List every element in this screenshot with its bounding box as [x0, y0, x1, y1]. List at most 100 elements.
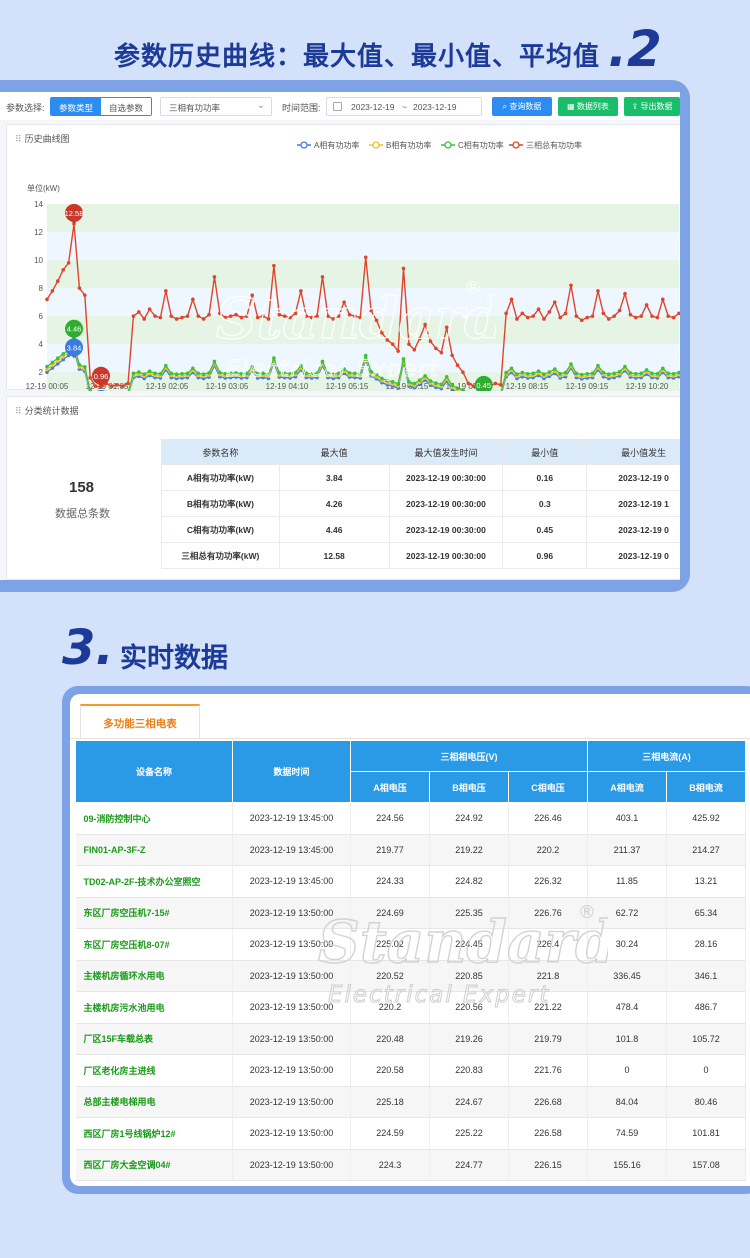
series-point — [660, 297, 665, 302]
realtime-cell: 2023-12-19 13:50:00 — [232, 1117, 351, 1150]
x-tick-label: 12-19 04:10 — [266, 382, 309, 391]
series-point — [239, 371, 244, 376]
realtime-cell: 0 — [666, 1054, 746, 1087]
calendar-icon — [333, 102, 342, 111]
param-dropdown[interactable]: 三相有功功率 ⌄ — [160, 97, 272, 116]
realtime-row[interactable]: 主楼机房污水池用电 2023-12-19 13:50:00 220.2 220.56 2… — [75, 991, 746, 1024]
series-point — [558, 315, 562, 320]
series-point — [525, 371, 530, 376]
history-heading-title: 参数历史曲线：最大值、最小值、平均值 — [114, 42, 601, 72]
series-point — [531, 371, 535, 376]
legend-label: B相有功功率 — [386, 140, 431, 150]
series-point — [45, 364, 49, 369]
realtime-cell: 2023-12-19 13:45:00 — [232, 865, 351, 898]
custom-param-button[interactable]: 自选参数 — [101, 98, 152, 115]
stats-cell: 2023-12-19 0 — [586, 542, 680, 569]
series-point — [218, 311, 222, 316]
export-data-button[interactable]: ⇪ 导出数据 — [624, 97, 680, 116]
pin-label: 4.46 — [67, 325, 82, 334]
series-point — [169, 371, 174, 376]
series-point — [56, 279, 60, 283]
realtime-cell: 224.92 — [429, 802, 509, 835]
series-point — [353, 314, 357, 318]
series-point — [444, 325, 449, 330]
series-point — [191, 366, 195, 371]
realtime-cell: 157.08 — [666, 1149, 746, 1181]
pin-label: 0.45 — [476, 381, 491, 390]
param-type-button[interactable]: 参数类型 — [51, 98, 102, 115]
history-line-chart[interactable]: 14121086420.16单位(kW)12-19 00:0512-19 01:… — [7, 125, 680, 391]
realtime-row[interactable]: 09-消防控制中心 2023-12-19 13:45:00 224.56 224.92… — [75, 802, 746, 835]
realtime-cell: 2023-12-19 13:50:00 — [232, 1023, 351, 1055]
stats-row: C相有功功率(kW) 4.46 2023-12-19 00:30:00 0.45 202… — [161, 516, 680, 543]
export-data-label: 导出数据 — [640, 102, 673, 111]
stats-cell: C相有功功率(kW) — [161, 516, 280, 543]
realtime-row[interactable]: 东区厂房空压机7-15# 2023-12-19 13:50:00 224.69 225… — [75, 897, 746, 929]
col-current-group: 三相电流(A) — [587, 740, 746, 772]
series-point — [342, 367, 346, 371]
stats-card: ⠿ 分类统计数据 158 数据总条数 参数名称 最大值 最大值发生时间 最小值 最… — [6, 396, 680, 580]
series-point — [363, 255, 368, 260]
series-point — [309, 371, 314, 376]
realtime-cell: 221.22 — [508, 991, 588, 1024]
realtime-row[interactable]: FIN01-AP-3F-Z 2023-12-19 13:45:00 219.77 21… — [75, 834, 746, 866]
series-point — [655, 315, 660, 320]
realtime-panel: 多功能三相电表 设备名称 数据时间 三相相电压(V) 三相电流(A) A相电压 … — [70, 694, 750, 1186]
realtime-cell: 214.27 — [666, 834, 746, 866]
series-point — [239, 315, 244, 320]
realtime-row[interactable]: 主楼机房循环水用电 2023-12-19 13:50:00 220.52 220.85… — [75, 960, 746, 992]
tab-three-phase-meter[interactable]: 多功能三相电表 — [80, 704, 200, 738]
series-point — [601, 311, 606, 316]
series-point — [174, 372, 179, 377]
series-point — [331, 372, 336, 377]
realtime-cell: 101.8 — [587, 1023, 667, 1055]
series-point — [320, 275, 325, 279]
realtime-row[interactable]: 总部主楼电梯用电 2023-12-19 13:50:00 225.18 224.67 2… — [75, 1086, 746, 1118]
realtime-cell: 13.21 — [666, 865, 746, 898]
realtime-cell: 226.46 — [508, 802, 588, 835]
series-point — [612, 314, 616, 318]
total-count-label: 数据总条数 — [55, 508, 110, 520]
data-list-button[interactable]: ▦ 数据列表 — [558, 97, 618, 116]
stats-cell: 4.46 — [278, 516, 390, 543]
realtime-row[interactable]: 厂区15F车载总表 2023-12-19 13:50:00 220.48 219.26… — [75, 1023, 746, 1055]
realtime-cell: 403.1 — [587, 802, 667, 835]
realtime-cell: 2023-12-19 13:45:00 — [232, 802, 351, 835]
realtime-row[interactable]: 东区厂房空压机8-07# 2023-12-19 13:50:00 225.02 224… — [75, 928, 746, 961]
date-range-picker[interactable]: 2023-12-19 ~ 2023-12-19 — [326, 97, 482, 116]
series-point — [45, 297, 49, 302]
chart-band — [47, 232, 679, 261]
series-point — [212, 359, 217, 364]
col-vc: C相电压 — [508, 771, 588, 803]
grid-dots-icon: ⠿ — [15, 406, 22, 416]
col-device-name: 设备名称 — [75, 740, 233, 803]
series-point — [234, 371, 238, 375]
series-point — [552, 300, 557, 304]
series-point — [228, 314, 233, 318]
series-point — [110, 384, 114, 389]
series-point — [326, 314, 330, 318]
series-point — [358, 315, 363, 320]
series-point — [493, 381, 498, 386]
stats-cell: 0.16 — [502, 464, 588, 491]
series-point — [444, 374, 449, 379]
realtime-row[interactable]: 西区厂房1号线锅炉12# 2023-12-19 13:50:00 224.59 225… — [75, 1117, 746, 1150]
realtime-cell: 219.77 — [350, 834, 430, 866]
series-point — [288, 315, 292, 320]
series-point — [164, 289, 168, 293]
series-point — [504, 311, 508, 316]
series-point — [142, 317, 147, 321]
realtime-row[interactable]: 西区厂房大金空调04# 2023-12-19 13:50:00 224.3 224.7… — [75, 1149, 746, 1181]
realtime-row[interactable]: 厂区老化房主进线 2023-12-19 13:50:00 220.58 220.83 2… — [75, 1054, 746, 1087]
series-point — [299, 289, 303, 293]
realtime-row[interactable]: TD02-AP-2F-技术办公室照空 2023-12-19 13:45:00 224… — [75, 865, 746, 898]
series-point — [158, 315, 163, 320]
realtime-cell: 224.59 — [350, 1117, 430, 1150]
series-point — [228, 371, 233, 376]
query-data-button[interactable]: ⌕ 查询数据 — [492, 97, 552, 116]
series-point — [142, 372, 147, 377]
series-point — [660, 366, 665, 371]
col-voltage-group: 三相相电压(V) — [350, 740, 588, 772]
series-point — [417, 336, 422, 341]
stats-cell: B相有功功率(kW) — [161, 490, 280, 517]
